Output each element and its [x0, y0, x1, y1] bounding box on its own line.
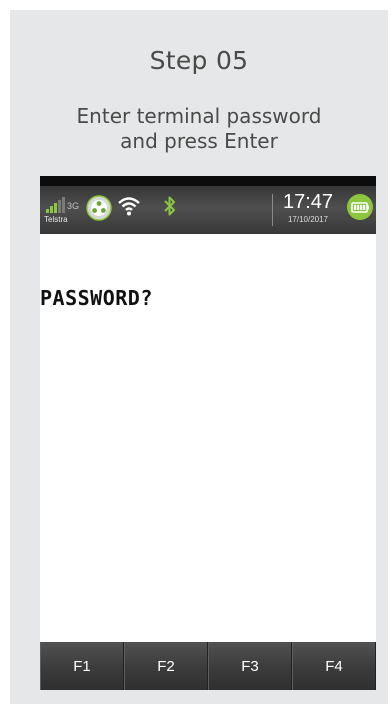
signal-icon: 3G: [46, 197, 79, 213]
function-key-bar: F1 F2 F3 F4: [40, 642, 376, 690]
f4-key[interactable]: F4: [292, 642, 376, 690]
status-divider: [272, 194, 273, 226]
clock: 17:47: [282, 191, 334, 213]
hub-icon: [86, 195, 112, 221]
status-bar: 3G Telstra 17:47 17/10/2017: [40, 176, 376, 234]
network-type-label: 3G: [67, 201, 79, 211]
date: 17/10/2017: [287, 215, 329, 224]
f3-key[interactable]: F3: [208, 642, 292, 690]
f1-key[interactable]: F1: [40, 642, 124, 690]
battery-icon: [347, 194, 373, 220]
instruction-line-2: and press Enter: [120, 129, 278, 153]
step-instructions: Enter terminal password and press Enter: [10, 104, 388, 154]
password-prompt: PASSWORD?: [40, 286, 153, 310]
carrier-label: Telstra: [44, 215, 68, 224]
step-title: Step 05: [149, 46, 249, 75]
f2-key[interactable]: F2: [124, 642, 208, 690]
status-bar-top-edge: [40, 176, 376, 186]
instruction-card: Step 05 Enter terminal password and pres…: [10, 10, 388, 704]
instruction-line-1: Enter terminal password: [76, 104, 322, 128]
wifi-icon: [118, 197, 140, 216]
terminal-screen: 3G Telstra 17:47 17/10/2017 PASSWORD? F1…: [40, 176, 376, 690]
bluetooth-icon: [164, 196, 175, 216]
